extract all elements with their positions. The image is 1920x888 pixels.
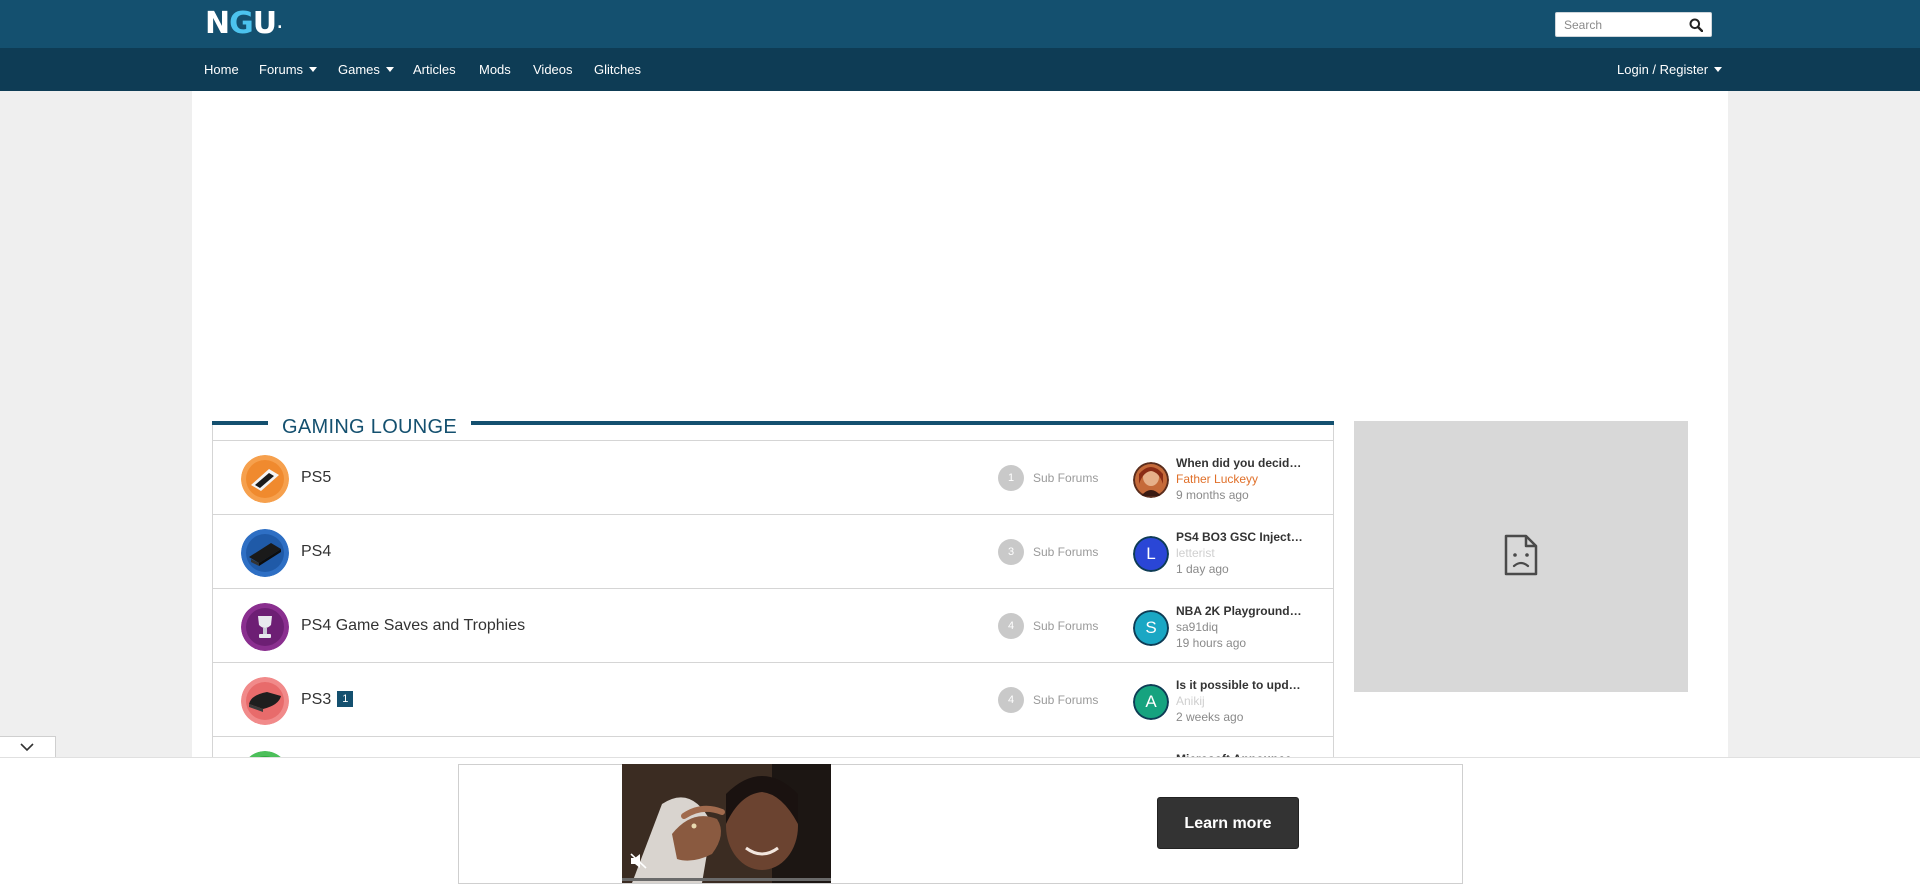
site-logo[interactable]: NGU. — [205, 6, 283, 41]
nav-home[interactable]: Home — [204, 48, 239, 91]
forum-title-text: PS4 Game Saves and Trophies — [301, 617, 526, 634]
avatar[interactable]: A — [1133, 684, 1169, 720]
nav-label: Home — [204, 62, 239, 77]
nav-label: Mods — [479, 62, 511, 77]
main-nav: Home Forums Games Articles Mods Videos G… — [0, 48, 1920, 91]
ad-frame — [458, 764, 1463, 884]
nav-mods[interactable]: Mods — [479, 48, 511, 91]
logo-mark: . — [277, 16, 282, 32]
sub-forums-link[interactable]: Sub Forums — [1033, 613, 1098, 639]
nav-label: Glitches — [594, 62, 641, 77]
login-register-label: Login / Register — [1617, 62, 1709, 77]
nav-articles[interactable]: Articles — [413, 48, 456, 91]
avatar[interactable] — [1133, 462, 1169, 498]
last-post-user[interactable]: Anikij — [1176, 694, 1205, 708]
forum-title[interactable]: PS5 — [301, 441, 331, 515]
forum-title[interactable]: PS4 Game Saves and Trophies — [301, 589, 525, 663]
last-post-user[interactable]: letterist — [1176, 546, 1215, 560]
logo-letter-g: G — [229, 6, 254, 41]
avatar[interactable]: L — [1133, 536, 1169, 572]
sub-forum-count: 1 — [998, 465, 1024, 491]
broken-file-icon — [1504, 534, 1538, 576]
nav-forums[interactable]: Forums — [259, 48, 318, 91]
nav-videos[interactable]: Videos — [533, 48, 573, 91]
last-post-title[interactable]: Is it possible to updat... — [1176, 678, 1306, 692]
logo-letter-u: U — [252, 6, 277, 41]
search-box — [1555, 12, 1712, 37]
avatar-letter: A — [1133, 684, 1169, 720]
forum-title[interactable]: PS3 1 — [301, 663, 354, 737]
ad-video-frame — [622, 764, 831, 883]
last-post-title[interactable]: NBA 2K Playgrounds ... — [1176, 604, 1306, 618]
last-post-user[interactable]: sa91diq — [1176, 620, 1218, 634]
sidebar-ad[interactable] — [1354, 421, 1688, 692]
forum-title[interactable]: PS4 — [301, 515, 331, 589]
sub-forum-count: 3 — [998, 539, 1024, 565]
caret-down-icon — [385, 67, 394, 73]
caret-down-icon — [1714, 67, 1723, 73]
logo-letter-n: N — [205, 6, 230, 41]
sub-forums-link[interactable]: Sub Forums — [1033, 465, 1098, 491]
muted-speaker-icon[interactable] — [630, 853, 648, 869]
nav-label: Videos — [533, 62, 573, 77]
forum-title-text: PS5 — [301, 469, 332, 486]
last-post-title[interactable]: PS4 BO3 GSC Injector... — [1176, 530, 1306, 544]
last-post-time: 1 day ago — [1176, 562, 1229, 576]
nav-label: Articles — [413, 62, 456, 77]
last-post-time: 9 months ago — [1176, 488, 1249, 502]
sub-forums-link[interactable]: Sub Forums — [1033, 539, 1098, 565]
ps4-console-icon[interactable] — [241, 529, 289, 577]
forum-row-ps3: PS3 1 4 Sub Forums A Is it possible to up… — [212, 663, 1334, 737]
forum-row-ps5: PS5 1 Sub Forums When did you decide ...… — [212, 441, 1334, 515]
login-register-menu[interactable]: Login / Register — [1617, 48, 1723, 91]
forum-title-text: PS4 — [301, 543, 332, 560]
nav-label: Games — [338, 62, 380, 77]
ps5-console-icon[interactable] — [241, 455, 289, 503]
nav-games[interactable]: Games — [338, 48, 394, 91]
avatar-letter: S — [1133, 610, 1169, 646]
last-post-time: 19 hours ago — [1176, 636, 1247, 650]
last-post-title[interactable]: When did you decide ... — [1176, 456, 1306, 470]
ad-video[interactable] — [622, 764, 831, 883]
ps3-console-icon[interactable] — [241, 677, 289, 725]
forum-row-ps4: PS4 3 Sub Forums L PS4 BO3 GSC Injector.… — [212, 515, 1334, 589]
sub-forums-link[interactable]: Sub Forums — [1033, 687, 1098, 713]
last-post-user[interactable]: Father Luckeyy — [1176, 472, 1258, 486]
avatar-letter: L — [1133, 536, 1169, 572]
trophy-icon[interactable] — [241, 603, 289, 651]
new-posts-badge: 1 — [337, 690, 354, 707]
last-post-time: 2 weeks ago — [1176, 710, 1244, 724]
sub-forum-count: 4 — [998, 687, 1024, 713]
sub-forum-count: 4 — [998, 613, 1024, 639]
top-header: NGU. — [0, 0, 1920, 48]
nav-glitches[interactable]: Glitches — [594, 48, 641, 91]
chevron-down-icon — [20, 743, 34, 752]
forum-row-ps4-game-saves: PS4 Game Saves and Trophies 4 Sub Forums… — [212, 589, 1334, 663]
ad-collapse-toggle[interactable] — [0, 736, 56, 758]
forum-title-text: PS3 — [301, 691, 332, 708]
caret-down-icon — [309, 67, 318, 73]
search-icon[interactable] — [1689, 18, 1703, 32]
avatar[interactable]: S — [1133, 610, 1169, 646]
learn-more-button[interactable]: Learn more — [1157, 797, 1299, 849]
search-input[interactable] — [1564, 16, 1682, 34]
nav-label: Forums — [259, 62, 304, 77]
